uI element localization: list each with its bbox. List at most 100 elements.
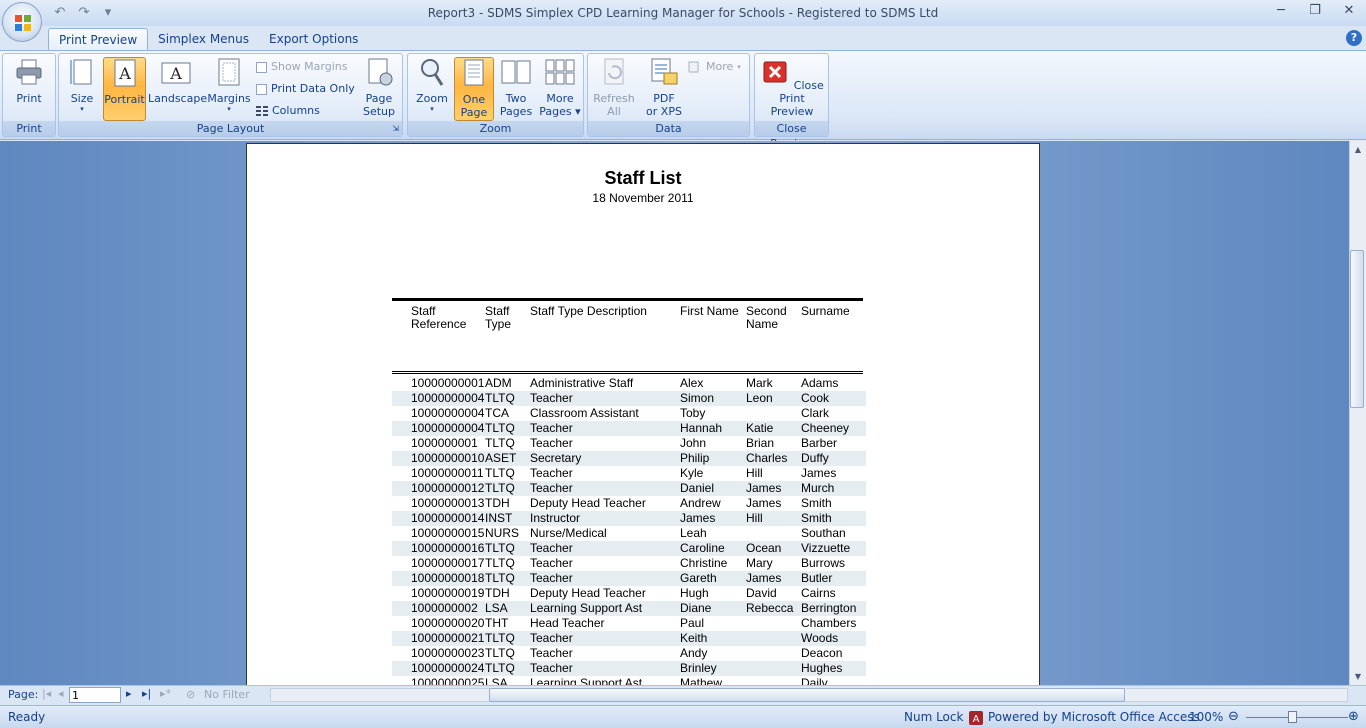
cell-first-name: Leah: [680, 526, 707, 540]
ribbon-tabs: Print Preview Simplex Menus Export Optio…: [48, 28, 368, 50]
close-print-preview-button[interactable]: Close Print Preview: [758, 57, 826, 121]
redo-button[interactable]: ↷: [74, 4, 94, 22]
zoom-out-icon[interactable]: ⊖: [1228, 709, 1239, 724]
cell-description: Teacher: [530, 481, 573, 495]
close-window-button[interactable]: ✕: [1332, 0, 1366, 22]
undo-button[interactable]: ↶: [50, 4, 70, 22]
show-margins-checkbox[interactable]: Show Margins: [256, 58, 347, 76]
cell-second-name: Ocean: [746, 541, 782, 555]
cell-description: Teacher: [530, 631, 573, 645]
maximize-button[interactable]: ❐: [1298, 0, 1332, 22]
next-page-icon[interactable]: ▸: [126, 687, 132, 700]
office-button[interactable]: [2, 2, 42, 42]
cell-first-name: Simon: [680, 391, 715, 405]
show-margins-label: Show Margins: [271, 60, 348, 73]
cell-surname: Burrows: [801, 556, 846, 570]
report-date: 18 November 2011: [592, 191, 694, 205]
access-logo-icon: A: [969, 711, 983, 725]
cell-surname: Woods: [801, 631, 839, 645]
cell-first-name: Kyle: [680, 466, 704, 480]
two-pages-button[interactable]: Two Pages: [496, 57, 536, 121]
table-row: 10000000017 TLTQ Teacher Christine Mary Burro…: [392, 556, 866, 571]
cell-first-name: Gareth: [680, 571, 717, 585]
page-number-input[interactable]: [69, 687, 121, 703]
print-data-only-checkbox[interactable]: Print Data Only: [256, 80, 355, 98]
pdf-xps-button[interactable]: PDF or XPS: [642, 57, 686, 121]
cell-staff-reference: 10000000001: [411, 376, 485, 390]
header-rule-top: [392, 298, 863, 301]
cell-staff-reference: 10000000018: [411, 571, 485, 585]
col-header-staff-reference: Staff Reference: [411, 304, 467, 331]
close-preview-group-label: Close Preview: [755, 121, 828, 150]
margins-button[interactable]: Margins ▾: [206, 57, 252, 121]
landscape-button[interactable]: A Landscape: [148, 57, 207, 121]
table-row: 10000000001 ADM Administrative Staff Alex Ma…: [392, 376, 866, 391]
show-margins-check[interactable]: [256, 61, 267, 73]
refresh-all-button[interactable]: Refresh All: [590, 57, 638, 121]
print-button[interactable]: Print: [7, 57, 51, 121]
vertical-scroll-thumb[interactable]: [1350, 250, 1364, 408]
cell-staff-reference: 10000000014: [411, 511, 485, 525]
horizontal-scroll-thumb[interactable]: [489, 688, 1125, 702]
help-icon[interactable]: ?: [1346, 30, 1362, 46]
cell-staff-type: TLTQ: [485, 481, 515, 495]
one-page-button[interactable]: One Page: [454, 57, 494, 121]
cell-surname: Southan: [801, 526, 846, 540]
columns-button[interactable]: Columns: [256, 102, 320, 120]
first-page-icon[interactable]: |◂: [42, 687, 51, 700]
cell-staff-reference: 10000000012: [411, 481, 485, 495]
cell-staff-type: TLTQ: [485, 436, 515, 450]
table-row: 10000000020 THT Head Teacher Paul Chambers: [392, 616, 866, 631]
cell-second-name: James: [746, 496, 782, 510]
cell-staff-type: TLTQ: [485, 421, 515, 435]
cell-first-name: Andrew: [680, 496, 721, 510]
zoom-percent[interactable]: 100%: [1189, 710, 1223, 724]
cell-first-name: Caroline: [680, 541, 725, 555]
cell-staff-reference: 10000000019: [411, 586, 485, 600]
more-data-label: More: [706, 60, 734, 73]
customize-qat-button[interactable]: ▾: [98, 4, 118, 22]
more-data-button[interactable]: More ▾: [688, 58, 741, 76]
scroll-up-icon[interactable]: ▲: [1350, 145, 1366, 154]
table-row: 10000000024 TLTQ Teacher Brinley Hughes: [392, 661, 866, 676]
dialog-launcher-icon[interactable]: ⇲: [392, 121, 399, 136]
cell-description: Teacher: [530, 646, 573, 660]
zoom-slider-thumb[interactable]: [1288, 711, 1297, 723]
tab-print-preview[interactable]: Print Preview: [48, 28, 149, 50]
table-row: 10000000019 TDH Deputy Head Teacher Hugh Dav…: [392, 586, 866, 601]
scroll-down-icon[interactable]: ▼: [1350, 672, 1366, 681]
minimize-button[interactable]: ─: [1264, 0, 1298, 22]
cell-description: Teacher: [530, 571, 573, 585]
page-setup-button[interactable]: Page Setup: [359, 57, 399, 121]
filter-status[interactable]: No Filter: [204, 688, 250, 701]
new-record-icon[interactable]: ▸*: [160, 687, 171, 700]
col-header-description: Staff Type Description: [530, 304, 647, 318]
last-page-icon[interactable]: ▸|: [142, 687, 151, 700]
cell-staff-type: NURS: [485, 526, 520, 540]
zoom-label: Zoom: [416, 92, 448, 105]
cell-description: Teacher: [530, 391, 573, 405]
prev-page-icon[interactable]: ◂: [58, 687, 64, 700]
tab-export-options[interactable]: Export Options: [259, 28, 368, 50]
close-preview-group: Close PrintPreview Close Preview: [754, 53, 829, 150]
refresh-label-1: Refresh: [593, 92, 635, 105]
zoom-in-icon[interactable]: ⊕: [1348, 709, 1359, 724]
cell-surname: James: [801, 466, 837, 480]
cell-first-name: Hannah: [680, 421, 723, 435]
cell-first-name: Keith: [680, 631, 708, 645]
report-page: Staff List 18 November 2011 Staff Referen…: [246, 143, 1040, 703]
print-data-only-check[interactable]: [256, 83, 267, 95]
tab-simplex-menus[interactable]: Simplex Menus: [148, 28, 259, 50]
table-row: 10000000011 TLTQ Teacher Kyle Hill James: [392, 466, 866, 481]
cell-surname: Barber: [801, 436, 838, 450]
size-button[interactable]: Size ▾: [63, 57, 101, 121]
powered-by-access[interactable]: Powered by Microsoft Office Access: [988, 710, 1200, 724]
more-pages-button[interactable]: More Pages ▾: [538, 57, 582, 121]
cell-description: Deputy Head Teacher: [530, 496, 646, 510]
refresh-label-2: All: [607, 105, 621, 118]
vertical-scrollbar[interactable]: ▲ ▼: [1349, 141, 1366, 685]
page-layout-label: Page Layout: [196, 122, 265, 135]
zoom-slider-track[interactable]: [1246, 717, 1348, 718]
portrait-button[interactable]: A Portrait: [103, 57, 146, 121]
zoom-button[interactable]: Zoom ▾: [412, 57, 452, 121]
